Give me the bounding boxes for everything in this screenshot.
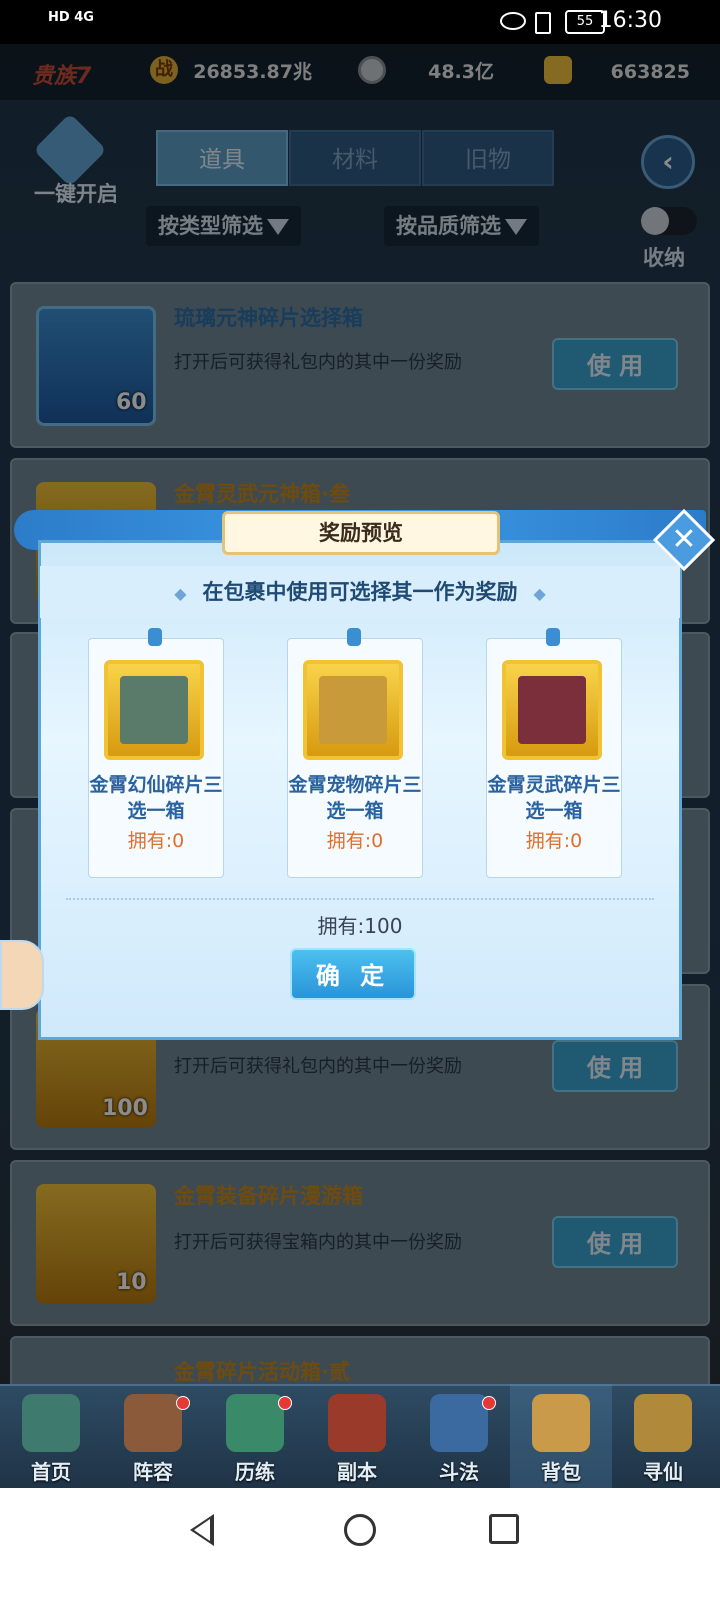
home-icon: [22, 1394, 80, 1452]
pin-icon: [148, 628, 162, 646]
red-dot-badge: [278, 1396, 292, 1410]
vibrate-icon: [535, 12, 551, 34]
back-icon-inner: [194, 1519, 210, 1541]
nav-home[interactable]: 首页: [0, 1384, 102, 1488]
side-avatar[interactable]: [0, 940, 44, 1010]
nav-label: 历练: [235, 1460, 275, 1484]
nav-bag[interactable]: 背包: [510, 1384, 612, 1488]
portrait: [319, 676, 387, 744]
arena-icon: [430, 1394, 488, 1452]
nav-label: 阵容: [133, 1460, 173, 1484]
recents-button[interactable]: [489, 1514, 519, 1544]
dialog-subtitle-text: 在包裹中使用可选择其一作为奖励: [202, 580, 518, 604]
diamond-icon: ◆: [174, 584, 187, 603]
owned-total: 拥有:100: [317, 914, 403, 938]
red-dot-badge: [482, 1396, 496, 1410]
nav-lineup[interactable]: 阵容: [102, 1384, 204, 1488]
reward-card[interactable]: 金霄幻仙碎片三选一箱 拥有:0: [88, 628, 224, 878]
bag-icon: [532, 1394, 590, 1452]
nav-training[interactable]: 历练: [204, 1384, 306, 1488]
clock: 16:30: [598, 8, 662, 33]
chest-icon: [502, 660, 602, 760]
reward-name: 金霄灵武碎片三选一箱: [487, 774, 621, 822]
reward-card[interactable]: 金霄灵武碎片三选一箱 拥有:0: [486, 628, 622, 878]
reward-owned: 拥有:0: [525, 830, 583, 852]
chest-icon: [104, 660, 204, 760]
nav-label: 斗法: [439, 1460, 479, 1484]
pin-icon: [546, 628, 560, 646]
eye-icon: [500, 12, 526, 30]
home-button[interactable]: [344, 1514, 376, 1546]
training-icon: [226, 1394, 284, 1452]
portrait: [518, 676, 586, 744]
nav-label: 副本: [337, 1460, 377, 1484]
seek-icon: [634, 1394, 692, 1452]
lineup-icon: [124, 1394, 182, 1452]
chest-icon: [303, 660, 403, 760]
dialog-title: 奖励预览: [222, 511, 500, 555]
pin-icon: [347, 628, 361, 646]
nav-label: 寻仙: [643, 1460, 683, 1484]
dungeon-icon: [328, 1394, 386, 1452]
reward-owned: 拥有:0: [127, 830, 185, 852]
close-icon[interactable]: ✕: [662, 518, 706, 562]
reward-owned: 拥有:0: [326, 830, 384, 852]
diamond-icon: ◆: [533, 584, 546, 603]
divider: [66, 898, 654, 900]
confirm-button[interactable]: 确 定: [290, 948, 416, 1000]
network-indicator: HD 4G: [48, 10, 94, 25]
red-dot-badge: [176, 1396, 190, 1410]
nav-seek-immortal[interactable]: 寻仙: [612, 1384, 714, 1488]
reward-name: 金霄宠物碎片三选一箱: [288, 774, 422, 822]
reward-card[interactable]: 金霄宠物碎片三选一箱 拥有:0: [287, 628, 423, 878]
status-bar: HD 4G 55 16:30: [0, 0, 720, 44]
portrait: [120, 676, 188, 744]
nav-arena[interactable]: 斗法: [408, 1384, 510, 1488]
dialog-subtitle: ◆ 在包裹中使用可选择其一作为奖励 ◆: [40, 576, 680, 606]
reward-name: 金霄幻仙碎片三选一箱: [89, 774, 223, 822]
nav-label: 背包: [541, 1460, 581, 1484]
nav-dungeon[interactable]: 副本: [306, 1384, 408, 1488]
nav-label: 首页: [31, 1460, 71, 1484]
